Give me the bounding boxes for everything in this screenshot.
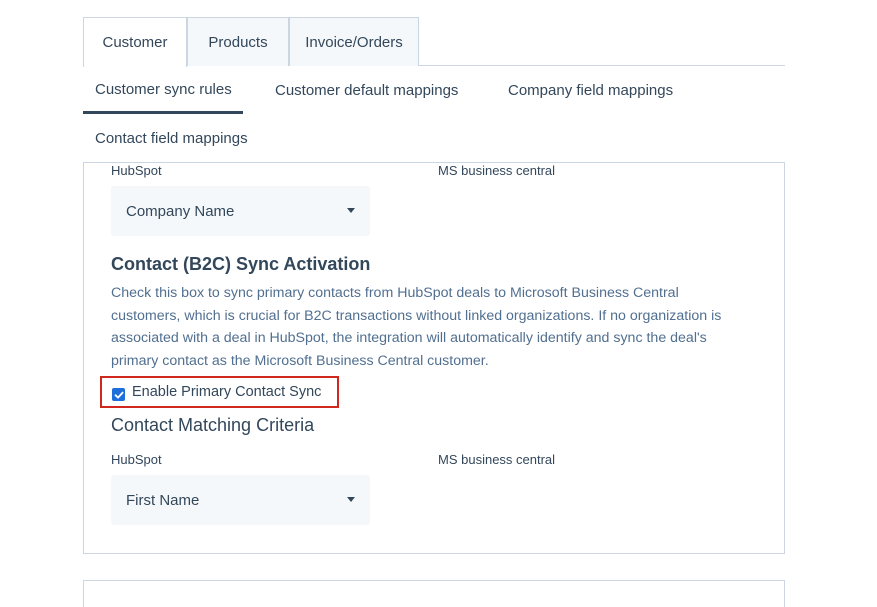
enable-primary-contact-sync-checkbox[interactable] [112, 388, 125, 401]
subtab-customer-default-mappings[interactable]: Customer default mappings [275, 82, 458, 99]
tab-customer[interactable]: Customer [83, 17, 187, 67]
contact-matching-heading: Contact Matching Criteria [111, 415, 315, 435]
subtab-customer-sync-rules[interactable]: Customer sync rules [95, 81, 232, 98]
checkmark-icon [114, 391, 123, 398]
subtab-company-field-mappings[interactable]: Company field mappings [508, 82, 673, 99]
contact-field-select-value: First Name [126, 491, 200, 509]
ms-business-central-column-label: MS business central [438, 452, 556, 467]
b2c-sync-description: Check this box to sync primary contacts … [111, 285, 722, 369]
company-field-select-value: Company Name [126, 202, 235, 220]
caret-down-icon [347, 208, 355, 213]
contact-field-select[interactable]: First Name [111, 475, 370, 525]
hubspot-column-label: HubSpot [111, 163, 162, 178]
enable-primary-contact-sync-label[interactable]: Enable Primary Contact Sync [132, 384, 321, 400]
next-panel [83, 580, 785, 607]
ms-business-central-column-label: MS business central [438, 163, 556, 178]
b2c-sync-heading: Contact (B2C) Sync Activation [111, 254, 371, 274]
active-subtab-indicator [83, 111, 243, 114]
tab-products[interactable]: Products [187, 17, 289, 66]
subtab-contact-field-mappings[interactable]: Contact field mappings [95, 130, 248, 147]
hubspot-column-label: HubSpot [111, 452, 162, 467]
main-tabs: Customer Products Invoice/Orders [83, 17, 785, 67]
company-field-select[interactable]: Company Name [111, 186, 370, 236]
caret-down-icon [347, 497, 355, 502]
tab-invoice-orders[interactable]: Invoice/Orders [289, 17, 419, 66]
